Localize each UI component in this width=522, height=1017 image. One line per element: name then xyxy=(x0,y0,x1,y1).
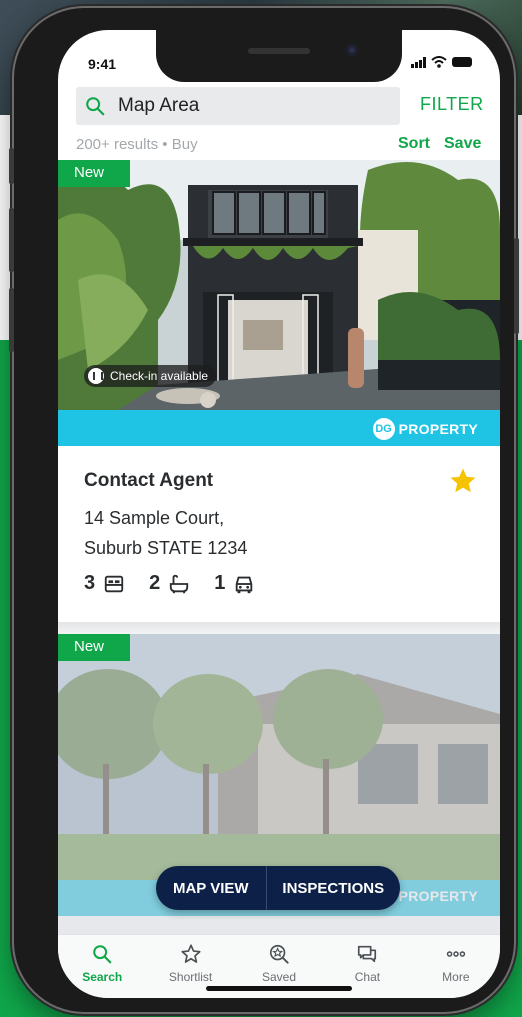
bathrooms: 2 xyxy=(149,572,190,595)
listing-address-line2: Suburb STATE 1234 xyxy=(84,538,248,558)
listing-photo[interactable]: New Check-in available xyxy=(58,160,500,410)
tab-label: Chat xyxy=(354,970,381,984)
bath-icon xyxy=(170,574,189,594)
search-icon xyxy=(93,945,112,964)
card-separator xyxy=(58,622,500,634)
new-badge: New xyxy=(58,160,130,187)
shortlist-star-icon[interactable] xyxy=(448,466,478,496)
status-time: 9:41 xyxy=(88,56,117,72)
listing-photo[interactable]: New xyxy=(58,634,500,880)
agency-name: PROPERTY xyxy=(398,888,478,904)
front-camera xyxy=(346,44,358,56)
save-search-button[interactable]: Save xyxy=(444,135,481,153)
map-view-button[interactable]: MAP VIEW xyxy=(156,866,266,910)
bedrooms: 3 xyxy=(84,572,125,595)
volume-up-button xyxy=(9,208,14,272)
check-in-label: Check-in available xyxy=(110,369,209,383)
tab-label: Shortlist xyxy=(168,970,213,984)
bathrooms-count: 2 xyxy=(149,572,161,594)
volume-down-button xyxy=(9,288,14,352)
tab-more[interactable]: More xyxy=(412,935,500,998)
status-icons xyxy=(411,56,472,68)
listing-card[interactable]: New Check-in available DG PROPERTY Conta… xyxy=(58,160,500,622)
agency-name: PROPERTY xyxy=(398,421,478,437)
battery-icon xyxy=(452,57,472,67)
agency-banner: DG PROPERTY xyxy=(58,410,500,446)
more-dots-icon xyxy=(446,951,465,957)
search-input[interactable]: Map Area xyxy=(76,87,400,125)
listing-address-line1: 14 Sample Court, xyxy=(84,508,225,528)
listing-price: Contact Agent xyxy=(84,470,214,491)
house-photo-illustration xyxy=(58,634,500,880)
bedrooms-count: 3 xyxy=(84,572,96,594)
agency-logo: PROPERTY xyxy=(399,888,478,904)
inspections-button[interactable]: INSPECTIONS xyxy=(267,866,400,910)
car-icon xyxy=(236,576,253,593)
home-indicator xyxy=(206,986,352,991)
wifi-icon xyxy=(431,56,447,68)
parking-count: 1 xyxy=(214,572,226,594)
listing-features: 3 2 1 xyxy=(84,572,279,595)
agency-logo: DG PROPERTY xyxy=(372,418,478,440)
bed-icon xyxy=(104,575,124,592)
search-icon xyxy=(86,97,105,116)
power-button xyxy=(514,238,519,334)
phone-screen: 9:41 Map Area FILTER 200+ results • Buy … xyxy=(58,30,500,998)
tab-label: Search xyxy=(82,970,123,984)
results-count: 200+ results • Buy xyxy=(76,136,198,153)
tab-label: More xyxy=(442,970,470,984)
search-query: Map Area xyxy=(118,95,200,116)
mute-switch xyxy=(9,148,14,184)
signal-icon xyxy=(411,56,426,68)
agency-logo-badge: DG xyxy=(372,418,395,440)
sort-button[interactable]: Sort xyxy=(398,135,430,153)
tab-label: Saved xyxy=(262,970,297,984)
tab-search[interactable]: Search xyxy=(58,935,146,998)
floating-action-bar: MAP VIEW INSPECTIONS xyxy=(156,866,400,910)
check-in-icon xyxy=(88,368,104,384)
filter-button[interactable]: FILTER xyxy=(420,94,484,115)
check-in-badge: Check-in available xyxy=(84,365,217,387)
listing-details[interactable]: Contact Agent 14 Sample Court, Suburb ST… xyxy=(58,446,500,622)
saved-search-icon xyxy=(269,944,289,964)
notch xyxy=(156,30,402,82)
chat-icon xyxy=(358,945,377,963)
speaker-grille xyxy=(248,48,310,54)
parking: 1 xyxy=(214,572,255,595)
new-badge: New xyxy=(58,634,130,661)
star-outline-icon xyxy=(181,944,201,963)
phone-frame: 9:41 Map Area FILTER 200+ results • Buy … xyxy=(9,8,519,1012)
